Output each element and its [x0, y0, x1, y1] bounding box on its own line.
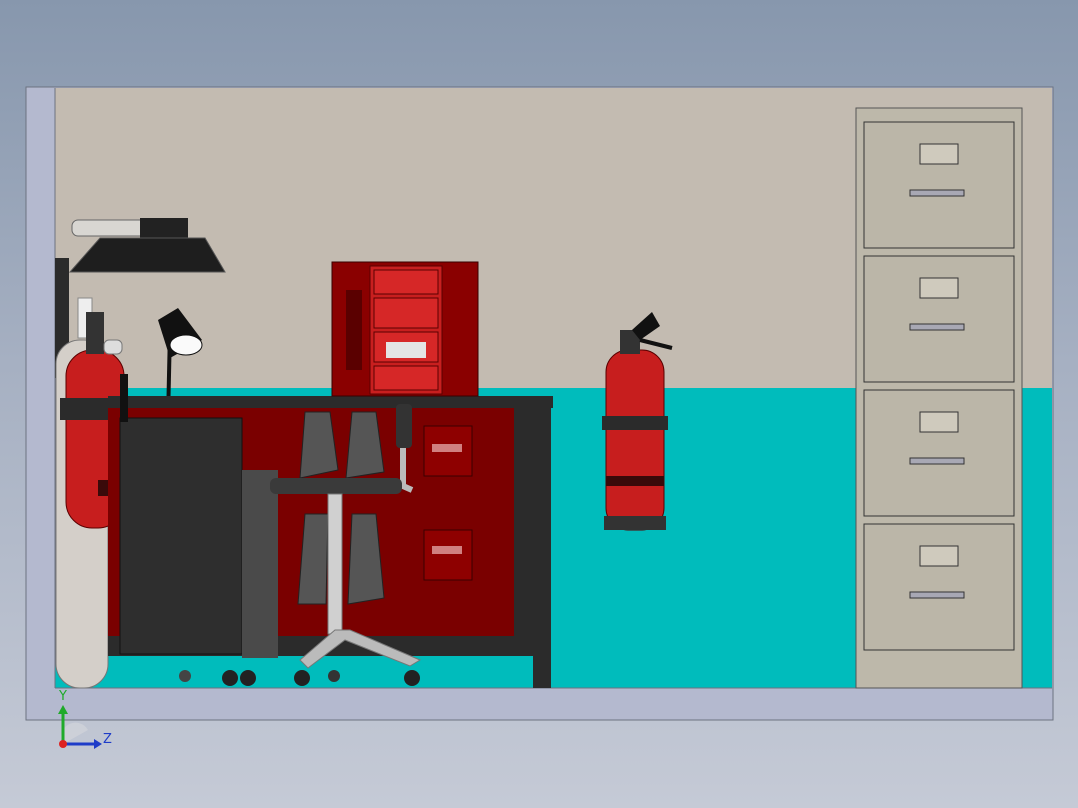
file-drawer[interactable] [863, 389, 1015, 517]
cad-viewport[interactable] [0, 0, 1078, 808]
tool-cabinet-icon[interactable] [331, 261, 479, 397]
file-drawer[interactable] [863, 523, 1015, 651]
file-drawer[interactable] [863, 255, 1015, 383]
drawer-lower[interactable] [423, 529, 473, 581]
file-cabinet-icon[interactable] [855, 107, 1023, 689]
axis-z-label: Z [103, 732, 112, 747]
axis-y-label: Y [59, 689, 67, 704]
file-drawer[interactable] [863, 121, 1015, 249]
